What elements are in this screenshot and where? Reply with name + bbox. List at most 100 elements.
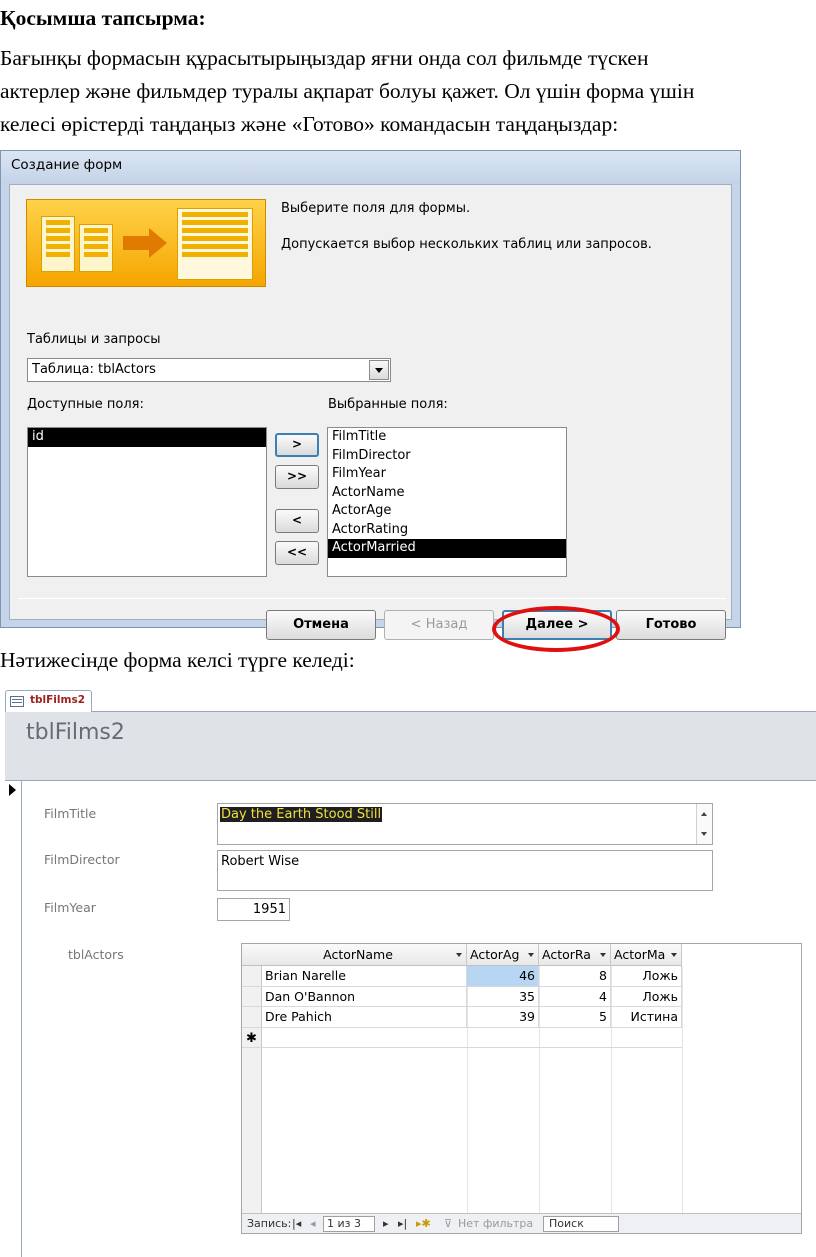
back-button[interactable]: < Назад: [384, 610, 494, 640]
instruction-text-1: Выберите поля для формы.: [281, 201, 471, 216]
result-text: Нәтижесінде форма келсі түрге келеді:: [0, 648, 355, 672]
list-item[interactable]: ActorRating: [328, 521, 566, 540]
record-selector[interactable]: [5, 781, 22, 1257]
finish-button[interactable]: Готово: [616, 610, 726, 640]
cancel-button[interactable]: Отмена: [266, 610, 376, 640]
cell-actorage[interactable]: 46: [467, 966, 539, 986]
column-header-actorage[interactable]: ActorAg: [467, 944, 539, 966]
tab-label: tblFilms2: [30, 694, 86, 706]
cell-actormarried[interactable]: Ложь: [611, 966, 682, 986]
current-record-input[interactable]: 1 из 3: [323, 1216, 375, 1232]
column-header-label: ActorAg: [470, 947, 520, 962]
column-header-label: ActorMa: [614, 947, 666, 962]
new-record-nav-icon[interactable]: ▸✱: [416, 1217, 431, 1230]
cell-actormarried[interactable]: Ложь: [611, 986, 682, 1007]
list-item[interactable]: FilmTitle: [328, 428, 566, 447]
paragraph-line: актерлер және фильмдер туралы ақпарат бо…: [0, 79, 695, 103]
dialog-titlebar: Создание форм: [1, 151, 740, 183]
cell-actorrating[interactable]: 8: [539, 966, 611, 986]
instruction-text-2: Допускается выбор нескольких таблиц или …: [281, 237, 652, 252]
datasheet-header: ActorName ActorAg ActorRa ActorMa: [242, 944, 682, 966]
table-row[interactable]: Dan O'Bannon 35 4 Ложь: [242, 986, 682, 1007]
scroll-down-icon[interactable]: [701, 832, 707, 836]
add-all-fields-button[interactable]: >>: [275, 465, 319, 489]
remove-field-button[interactable]: <: [275, 509, 319, 533]
selected-fields-list[interactable]: FilmTitle FilmDirector FilmYear ActorNam…: [327, 427, 567, 577]
list-item[interactable]: FilmYear: [328, 465, 566, 484]
dropdown-arrow-icon[interactable]: [671, 953, 677, 957]
record-label: Запись:: [247, 1217, 292, 1230]
cell-actorage[interactable]: 35: [467, 986, 539, 1007]
paragraph-line: келесі өрістерді таңдаңыз және «Готово» …: [0, 112, 619, 136]
filmdirector-label: FilmDirector: [44, 852, 120, 867]
table-row[interactable]: Brian Narelle 46 8 Ложь: [242, 966, 682, 987]
filmdirector-value: Robert Wise: [221, 854, 300, 869]
filter-funnel-icon[interactable]: ⊽: [444, 1217, 452, 1230]
search-input[interactable]: Поиск: [543, 1216, 619, 1232]
filmtitle-value: Day the Earth Stood Still: [220, 807, 383, 822]
actors-datasheet: ActorName ActorAg ActorRa ActorMa Brian …: [241, 943, 802, 1234]
subform-label: tblActors: [68, 947, 124, 962]
dropdown-arrow-icon[interactable]: [600, 953, 606, 957]
scroll-up-icon[interactable]: [701, 812, 707, 816]
dialog-body: Выберите поля для формы. Допускается выб…: [9, 184, 732, 652]
remove-all-fields-button[interactable]: <<: [275, 541, 319, 565]
cell-actormarried[interactable]: Истина: [611, 1007, 682, 1027]
cell-actorname[interactable]: Dan O'Bannon: [262, 986, 467, 1007]
cell-actorage[interactable]: 39: [467, 1007, 539, 1027]
header-divider: [5, 780, 816, 781]
column-header-actorname[interactable]: ActorName: [262, 944, 467, 966]
column-header-label: ActorName: [323, 947, 393, 962]
tables-queries-select[interactable]: Таблица: tblActors: [27, 358, 391, 382]
list-item[interactable]: ActorAge: [328, 502, 566, 521]
column-divider: [682, 966, 683, 1213]
next-record-icon[interactable]: ▸: [383, 1217, 389, 1230]
filmtitle-field[interactable]: Day the Earth Stood Still: [217, 803, 713, 845]
list-item[interactable]: ActorName: [328, 484, 566, 503]
access-form-screenshot: tblFilms2 tblFilms2 FilmTitle Day the Ea…: [0, 684, 816, 1257]
cell-actorname[interactable]: Brian Narelle: [262, 966, 467, 986]
cell-actorrating[interactable]: 4: [539, 986, 611, 1007]
previous-record-icon[interactable]: ◂: [310, 1217, 316, 1230]
wizard-illustration-icon: [26, 199, 266, 287]
column-header-label: ActorRa: [542, 947, 591, 962]
no-filter-label[interactable]: Нет фильтра: [458, 1217, 533, 1230]
dialog-separator: [18, 598, 726, 599]
highlight-circle: [492, 606, 620, 652]
record-navigator: Запись: |◂ ◂ 1 из 3 ▸ ▸| ▸✱ ⊽ Нет фильтр…: [242, 1213, 801, 1233]
column-header-actormarried[interactable]: ActorMa: [611, 944, 682, 966]
form-header: tblFilms2: [5, 712, 816, 780]
tab-tblfilms2[interactable]: tblFilms2: [5, 690, 92, 712]
list-item[interactable]: id: [28, 428, 266, 447]
chevron-down-icon[interactable]: [369, 360, 389, 380]
add-field-button[interactable]: >: [275, 433, 319, 457]
dropdown-arrow-icon[interactable]: [456, 953, 462, 957]
available-fields-list[interactable]: id: [27, 427, 267, 577]
filmyear-label: FilmYear: [44, 900, 96, 915]
form-title: tblFilms2: [26, 720, 125, 745]
first-record-icon[interactable]: |◂: [292, 1217, 301, 1230]
dropdown-arrow-icon[interactable]: [528, 953, 534, 957]
last-record-icon[interactable]: ▸|: [398, 1217, 407, 1230]
form-wizard-dialog: Создание форм Выберите поля для формы. Д…: [0, 150, 741, 652]
document-heading: Қосымша тапсырма:: [0, 6, 206, 30]
filmyear-field[interactable]: 1951: [217, 898, 290, 921]
table-row[interactable]: Dre Pahich 39 5 Истина: [242, 1007, 682, 1028]
new-record-icon: ✱: [246, 1030, 257, 1046]
new-record-row[interactable]: ✱: [242, 1028, 682, 1048]
filmdirector-field[interactable]: Robert Wise: [217, 850, 713, 891]
dialog-title: Создание форм: [11, 157, 123, 173]
available-fields-label: Доступные поля:: [27, 397, 144, 412]
filmtitle-scrollbar[interactable]: [696, 804, 712, 844]
filmyear-value: 1951: [252, 902, 286, 917]
cell-actorrating[interactable]: 5: [539, 1007, 611, 1027]
tables-queries-label: Таблицы и запросы: [27, 332, 161, 347]
list-item[interactable]: ActorMarried: [328, 539, 566, 558]
tables-queries-value: Таблица: tblActors: [32, 362, 156, 377]
column-header-actorrating[interactable]: ActorRa: [539, 944, 611, 966]
filmtitle-label: FilmTitle: [44, 806, 97, 821]
paragraph-line: Бағынқы формасын құрасытырыңыздар яғни о…: [0, 46, 649, 70]
list-item[interactable]: FilmDirector: [328, 447, 566, 466]
form-icon: [10, 696, 24, 707]
cell-actorname[interactable]: Dre Pahich: [262, 1007, 467, 1027]
